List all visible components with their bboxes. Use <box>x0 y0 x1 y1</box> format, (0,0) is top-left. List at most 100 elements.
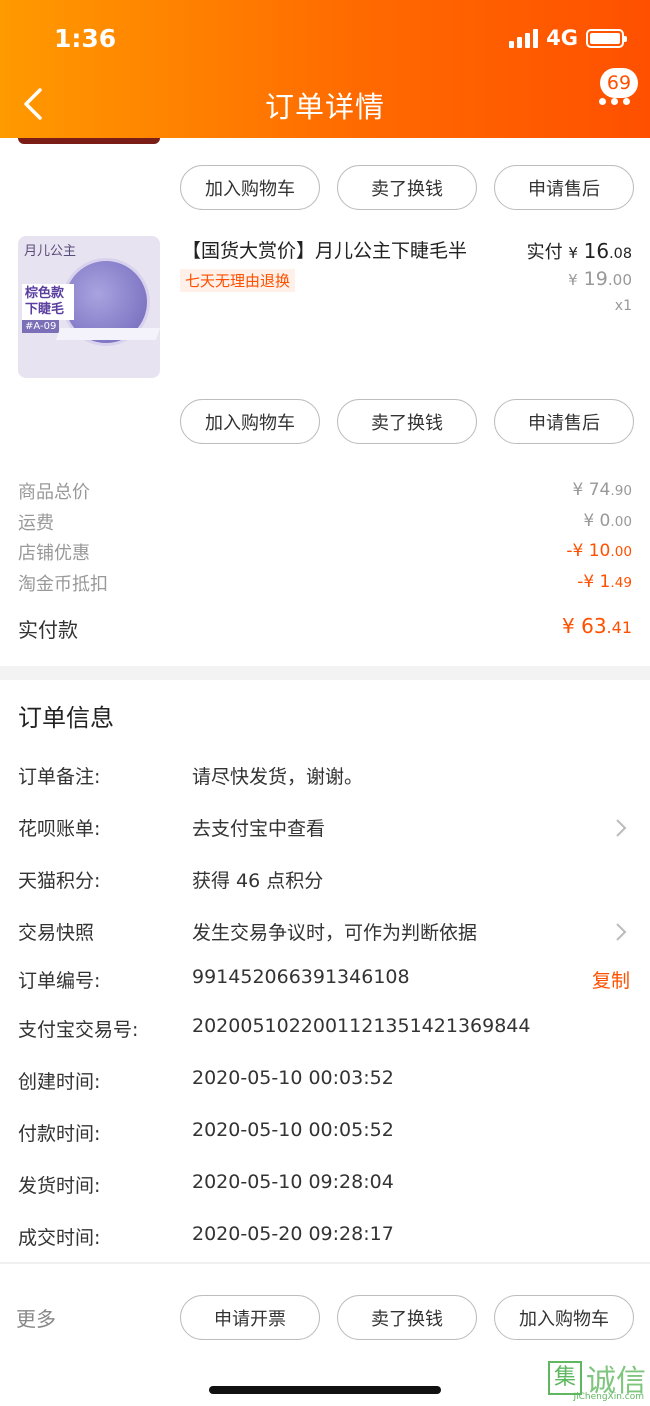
info-row-completed-time: 成交时间: 2020-05-20 09:28:17 <box>18 1223 632 1253</box>
page-title: 订单详情 <box>264 90 385 124</box>
summary-value-int: 1 <box>599 571 611 592</box>
summary-value-dec: .90 <box>610 483 632 499</box>
watermark-url: JiChengXin.com <box>573 1392 644 1402</box>
currency-symbol: ¥ <box>568 244 578 262</box>
add-to-cart-button[interactable]: 加入购物车 <box>494 1295 634 1340</box>
summary-row-shipping: 运费 ¥ 0.00 <box>18 509 632 540</box>
summary-value-prefix: -¥ <box>566 541 589 561</box>
summary-label: 店铺优惠 <box>18 543 90 564</box>
info-value: 2020-05-20 09:28:17 <box>192 1223 394 1245</box>
info-key: 发货时间: <box>18 1175 101 1197</box>
summary-value: ¥ 0.00 <box>583 511 632 531</box>
resell-button[interactable]: 卖了换钱 <box>337 399 477 444</box>
previous-product-image <box>18 138 160 144</box>
resell-button[interactable]: 卖了换钱 <box>337 165 477 210</box>
summary-value-prefix: -¥ <box>577 571 600 592</box>
info-value: 2020051022001121351421369844 <box>192 1015 531 1037</box>
summary-value-dec: .00 <box>610 544 632 560</box>
info-row-paid-time: 付款时间: 2020-05-10 00:05:52 <box>18 1119 632 1149</box>
summary-value-int: 74 <box>588 480 611 500</box>
summary-row-total: 商品总价 ¥ 74.90 <box>18 478 632 509</box>
paid-label: 实付 <box>526 242 563 263</box>
product-image-shelf <box>55 328 160 340</box>
info-value: 获得 46 点积分 <box>192 870 324 892</box>
original-price-dec: .00 <box>607 271 632 289</box>
info-row-snapshot[interactable]: 交易快照 发生交易争议时，可作为判断依据 <box>18 918 632 948</box>
info-row-created-time: 创建时间: 2020-05-10 00:03:52 <box>18 1067 632 1097</box>
info-key: 天猫积分: <box>18 870 101 892</box>
actual-payment-row: 实付款 ¥ 63.41 <box>18 614 632 644</box>
add-to-cart-button[interactable]: 加入购物车 <box>180 165 320 210</box>
info-value: 2020-05-10 00:05:52 <box>192 1119 394 1141</box>
summary-row-store-discount: 店铺优惠 -¥ 10.00 <box>18 539 632 570</box>
summary-value-prefix: ¥ <box>583 510 600 531</box>
info-key: 订单编号: <box>18 970 101 992</box>
original-price: ¥ 19.00 <box>568 268 632 290</box>
quantity: x1 <box>614 298 632 314</box>
summary-value: ¥ 74.90 <box>573 480 633 500</box>
status-time: 1:36 <box>54 24 117 53</box>
product-image[interactable]: 月儿公主 棕色款 下睫毛 #A-09 <box>18 236 160 378</box>
info-row-remark: 订单备注: 请尽快发货，谢谢。 <box>18 762 632 792</box>
info-row-alipay-number: 支付宝交易号: 2020051022001121351421369844 <box>18 1015 632 1045</box>
info-key: 成交时间: <box>18 1227 101 1249</box>
paid-price-dec: .08 <box>609 246 632 262</box>
summary-label: 淘金币抵扣 <box>18 573 108 595</box>
request-invoice-button[interactable]: 申请开票 <box>180 1295 320 1340</box>
actual-payment-prefix: ¥ <box>562 614 582 638</box>
summary-value-dec: .49 <box>610 574 632 591</box>
status-indicators: 4G <box>509 26 627 50</box>
more-menu-icon[interactable] <box>599 98 630 105</box>
after-sale-button[interactable]: 申请售后 <box>494 399 634 444</box>
resell-button[interactable]: 卖了换钱 <box>337 1295 477 1340</box>
currency-symbol: ¥ <box>568 271 578 289</box>
actual-payment-value: ¥ 63.41 <box>562 614 632 638</box>
home-indicator[interactable] <box>209 1386 441 1394</box>
info-key: 付款时间: <box>18 1123 101 1145</box>
product-actions: 加入购物车 卖了换钱 申请售后 <box>180 399 634 444</box>
actual-payment-int: 63 <box>581 614 607 638</box>
chevron-right-icon <box>616 923 627 941</box>
signal-icon <box>509 28 539 48</box>
info-key: 创建时间: <box>18 1071 101 1093</box>
section-separator <box>0 666 650 680</box>
product-title[interactable]: 【国货大赏价】月儿公主下睫毛半 <box>182 236 467 263</box>
chevron-right-icon <box>616 819 627 837</box>
after-sale-button[interactable]: 申请售后 <box>494 165 634 210</box>
footer-actions: 申请开票 卖了换钱 加入购物车 <box>180 1295 634 1340</box>
info-value: 去支付宝中查看 <box>192 818 326 840</box>
info-row-huabei[interactable]: 花呗账单: 去支付宝中查看 <box>18 814 632 844</box>
previous-product-actions: 加入购物车 卖了换钱 申请售后 <box>180 165 634 210</box>
product-image-label: 棕色款 下睫毛 <box>22 284 74 320</box>
info-key: 花呗账单: <box>18 818 101 840</box>
more-link[interactable]: 更多 <box>16 1303 56 1332</box>
info-key: 订单备注: <box>18 766 101 788</box>
return-policy-tag: 七天无理由退换 <box>180 269 296 292</box>
summary-value-dec: .00 <box>610 513 632 530</box>
actual-payment-label: 实付款 <box>18 618 78 642</box>
top-header: 1:36 4G 订单详情 69 <box>0 0 650 138</box>
order-info-title: 订单信息 <box>18 704 114 732</box>
summary-value-prefix: ¥ <box>572 480 589 500</box>
info-value: 991452066391346108 <box>192 966 410 988</box>
network-type: 4G <box>546 26 578 50</box>
footer-divider <box>0 1262 650 1264</box>
product-item[interactable]: 月儿公主 棕色款 下睫毛 #A-09 【国货大赏价】月儿公主下睫毛半 七天无理由… <box>18 236 632 378</box>
add-to-cart-button[interactable]: 加入购物车 <box>180 399 320 444</box>
summary-value-int: 0 <box>599 510 611 531</box>
summary-row-coin-deduction: 淘金币抵扣 -¥ 1.49 <box>18 570 632 601</box>
info-value: 发生交易争议时，可作为判断依据 <box>192 922 478 944</box>
actual-payment-dec: .41 <box>606 618 632 637</box>
info-key: 交易快照 <box>18 922 95 944</box>
info-row-points: 天猫积分: 获得 46 点积分 <box>18 866 632 896</box>
original-price-int: 19 <box>583 268 608 290</box>
info-value: 2020-05-10 00:03:52 <box>192 1067 394 1089</box>
info-row-order-number: 订单编号: 991452066391346108 复制 <box>18 966 632 996</box>
copy-button[interactable]: 复制 <box>592 966 630 993</box>
message-badge: 69 <box>600 68 638 98</box>
product-image-code: #A-09 <box>22 320 60 333</box>
battery-icon <box>586 28 627 48</box>
watermark-logo: 集 <box>548 1361 582 1395</box>
summary-label: 商品总价 <box>18 482 90 503</box>
paid-price: 实付 ¥ 16.08 <box>527 238 632 264</box>
